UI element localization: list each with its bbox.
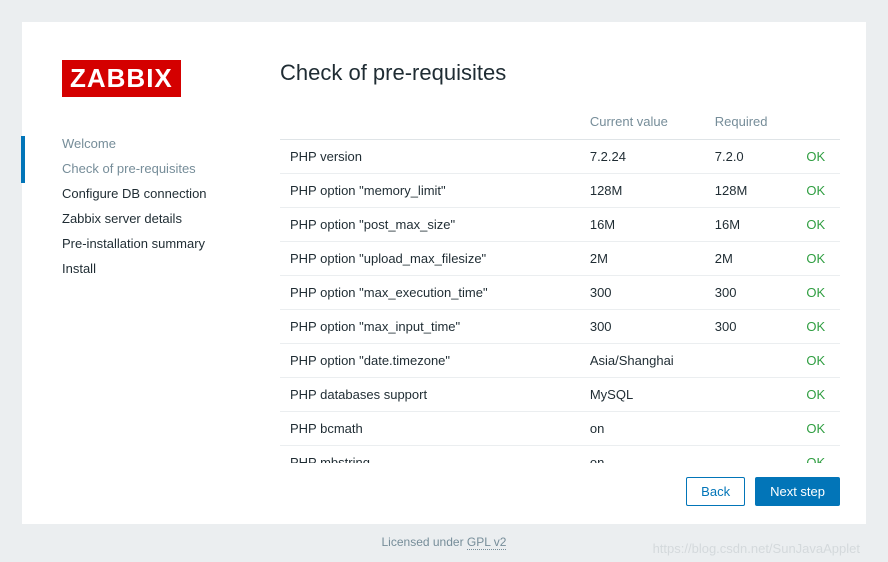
sidebar-step-1[interactable]: Check of pre-requisites <box>62 156 262 181</box>
req-name: PHP version <box>280 140 582 174</box>
req-required: 300 <box>707 310 799 344</box>
header-name <box>280 108 582 140</box>
req-required: 300 <box>707 276 799 310</box>
req-status: OK <box>798 242 840 276</box>
sidebar: ZABBIX WelcomeCheck of pre-requisitesCon… <box>62 60 280 506</box>
req-status: OK <box>798 140 840 174</box>
table-row: PHP version7.2.247.2.0OK <box>280 140 840 174</box>
req-status: OK <box>798 174 840 208</box>
req-name: PHP option "max_input_time" <box>280 310 582 344</box>
req-name: PHP option "date.timezone" <box>280 344 582 378</box>
header-required: Required <box>707 108 799 140</box>
main-content: Check of pre-requisites Current value Re… <box>280 60 840 506</box>
req-current: 300 <box>582 310 707 344</box>
req-current: 2M <box>582 242 707 276</box>
watermark: https://blog.csdn.net/SunJavaApplet <box>653 541 860 556</box>
req-status: OK <box>798 446 840 464</box>
req-status: OK <box>798 208 840 242</box>
req-name: PHP mbstring <box>280 446 582 464</box>
back-button[interactable]: Back <box>686 477 745 506</box>
table-row: PHP option "max_execution_time"300300OK <box>280 276 840 310</box>
req-name: PHP option "max_execution_time" <box>280 276 582 310</box>
license-link[interactable]: GPL v2 <box>467 535 507 550</box>
table-row: PHP option "max_input_time"300300OK <box>280 310 840 344</box>
req-status: OK <box>798 276 840 310</box>
table-row: PHP bcmathon OK <box>280 412 840 446</box>
req-current: on <box>582 446 707 464</box>
sidebar-step-4[interactable]: Pre-installation summary <box>62 231 262 256</box>
page-title: Check of pre-requisites <box>280 60 840 86</box>
requirements-table: Current value Required PHP version7.2.24… <box>280 108 840 463</box>
table-row: PHP databases supportMySQL OK <box>280 378 840 412</box>
table-row: PHP option "post_max_size"16M16MOK <box>280 208 840 242</box>
button-row: Back Next step <box>280 463 840 506</box>
table-row: PHP mbstringon OK <box>280 446 840 464</box>
req-required: 2M <box>707 242 799 276</box>
req-current: MySQL <box>582 378 707 412</box>
req-required <box>707 378 799 412</box>
table-row: PHP option "memory_limit"128M128MOK <box>280 174 840 208</box>
setup-panel: ZABBIX WelcomeCheck of pre-requisitesCon… <box>22 22 866 524</box>
req-status: OK <box>798 344 840 378</box>
req-current: on <box>582 412 707 446</box>
req-status: OK <box>798 378 840 412</box>
next-step-button[interactable]: Next step <box>755 477 840 506</box>
req-required: 128M <box>707 174 799 208</box>
req-name: PHP option "upload_max_filesize" <box>280 242 582 276</box>
req-current: 7.2.24 <box>582 140 707 174</box>
header-current: Current value <box>582 108 707 140</box>
req-current: 16M <box>582 208 707 242</box>
sidebar-step-0[interactable]: Welcome <box>62 131 262 156</box>
req-current: 128M <box>582 174 707 208</box>
req-name: PHP bcmath <box>280 412 582 446</box>
req-required <box>707 446 799 464</box>
setup-steps-nav: WelcomeCheck of pre-requisitesConfigure … <box>62 131 262 281</box>
table-row: PHP option "date.timezone"Asia/Shanghai O… <box>280 344 840 378</box>
req-name: PHP databases support <box>280 378 582 412</box>
req-name: PHP option "post_max_size" <box>280 208 582 242</box>
logo: ZABBIX <box>62 60 181 97</box>
sidebar-step-5[interactable]: Install <box>62 256 262 281</box>
header-status <box>798 108 840 140</box>
sidebar-step-3[interactable]: Zabbix server details <box>62 206 262 231</box>
req-required: 16M <box>707 208 799 242</box>
req-status: OK <box>798 310 840 344</box>
req-current: 300 <box>582 276 707 310</box>
req-required <box>707 344 799 378</box>
sidebar-step-2[interactable]: Configure DB connection <box>62 181 262 206</box>
req-required: 7.2.0 <box>707 140 799 174</box>
req-current: Asia/Shanghai <box>582 344 707 378</box>
table-row: PHP option "upload_max_filesize"2M2MOK <box>280 242 840 276</box>
req-name: PHP option "memory_limit" <box>280 174 582 208</box>
footer-text: Licensed under <box>382 535 467 549</box>
req-required <box>707 412 799 446</box>
req-status: OK <box>798 412 840 446</box>
footer: Licensed under GPL v2 https://blog.csdn.… <box>22 524 866 560</box>
requirements-table-wrap[interactable]: Current value Required PHP version7.2.24… <box>280 108 840 463</box>
